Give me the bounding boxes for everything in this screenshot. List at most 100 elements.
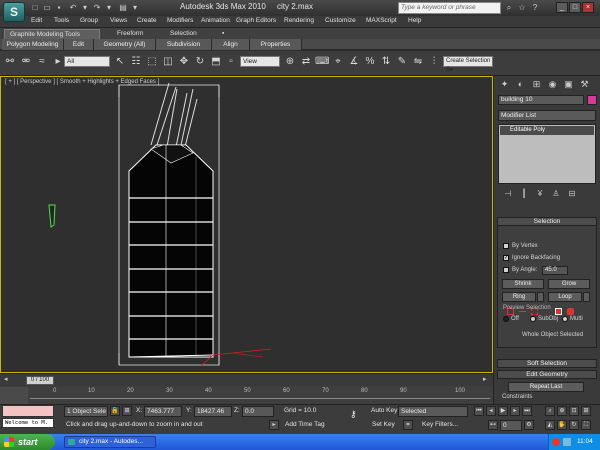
pin-stack-icon[interactable]: ⊣ (502, 188, 514, 200)
zoom-extents-all-icon[interactable]: ⊞ (581, 406, 591, 416)
motion-tab-icon[interactable]: ◉ (546, 78, 559, 91)
close-button[interactable]: × (582, 2, 594, 13)
menu-tools[interactable]: Tools (54, 17, 69, 24)
maximize-viewport-icon[interactable]: ⛶ (581, 420, 591, 430)
grow-button[interactable]: Grow (548, 279, 590, 289)
align-icon[interactable]: ⫶ (427, 55, 441, 69)
menu-create[interactable]: Create (137, 17, 157, 24)
absolute-mode-icon[interactable]: ⊞ (122, 406, 132, 416)
loop-button[interactable]: Loop (548, 292, 582, 302)
panel-properties[interactable]: Properties (250, 39, 302, 50)
play-icon[interactable]: ▶ (498, 406, 508, 416)
remove-modifier-icon[interactable]: ♙ (550, 188, 562, 200)
make-unique-icon[interactable]: ¥ (534, 188, 546, 200)
y-coordinate-field[interactable]: 18427.46 (194, 406, 232, 417)
security-alert-icon[interactable] (552, 438, 560, 446)
menu-help[interactable]: Help (408, 17, 421, 24)
ring-button[interactable]: Ring (502, 292, 536, 302)
panel-polygon-modeling[interactable]: Polygon Modeling (2, 39, 64, 50)
redo-dropdown-icon[interactable]: ▾ (104, 3, 114, 13)
modifier-stack[interactable]: Editable Poly (498, 124, 596, 184)
modifier-list-dropdown[interactable]: Modifier List (498, 110, 596, 121)
preview-multi-radio[interactable] (562, 316, 568, 322)
edit-geometry-rollout-header[interactable]: Edit Geometry (497, 370, 597, 379)
window-crossing-icon[interactable]: ◫ (161, 55, 175, 69)
stack-item-editable-poly[interactable]: Editable Poly (500, 126, 594, 135)
previous-key-icon[interactable]: ◂ (486, 406, 496, 416)
loop-spinner[interactable] (583, 292, 590, 302)
pivot-center-icon[interactable]: ⊕ (283, 55, 297, 69)
scene-canvas[interactable] (1, 77, 492, 372)
time-slider[interactable] (0, 373, 493, 386)
element-mode-icon[interactable] (567, 308, 574, 315)
selection-rollout-header[interactable]: Selection (497, 217, 597, 226)
z-coordinate-field[interactable]: 0.0 (242, 406, 274, 417)
show-end-result-icon[interactable]: ┃ (518, 188, 530, 200)
menu-modifiers[interactable]: Modifiers (167, 17, 193, 24)
x-coordinate-field[interactable]: 7463.777 (144, 406, 182, 417)
add-time-tag-button[interactable]: Add Time Tag (285, 421, 325, 428)
next-frame-icon[interactable]: ▸ (483, 375, 487, 383)
scale-options-icon[interactable]: ▫ (224, 55, 238, 69)
menu-rendering[interactable]: Rendering (284, 17, 314, 24)
preview-off-radio[interactable] (503, 316, 509, 322)
maxscript-listener-mini[interactable] (2, 405, 54, 417)
key-mode-dropdown[interactable]: Selected (398, 406, 468, 417)
percent-snap-icon[interactable]: % (363, 55, 377, 69)
help-icon[interactable]: ? (529, 2, 541, 14)
tab-graphite-modeling-tools[interactable]: Graphite Modeling Tools (4, 29, 100, 39)
select-move-icon[interactable]: ✥ (177, 55, 191, 69)
field-of-view-icon[interactable]: ◭ (545, 420, 555, 430)
angle-snap-icon[interactable]: ∡ (347, 55, 361, 69)
mirror-icon[interactable]: ⇋ (411, 55, 425, 69)
orbit-icon[interactable]: ↻ (569, 420, 579, 430)
soft-selection-rollout-header[interactable]: Soft Selection (497, 359, 597, 368)
lock-selection-icon[interactable]: 🔒 (110, 406, 120, 416)
menu-animation[interactable]: Animation (201, 17, 230, 24)
subscription-icon[interactable]: ☆ (516, 2, 528, 14)
ribbon-options-icon[interactable]: ▪ (220, 29, 226, 39)
time-slider-thumb[interactable]: 0 / 100 (26, 376, 54, 385)
snaps-toggle-icon[interactable]: ⌖ (331, 55, 345, 69)
hierarchy-tab-icon[interactable]: ⊞ (530, 78, 543, 91)
previous-frame-icon[interactable]: ◂ (4, 375, 8, 383)
zoom-all-icon[interactable]: ⊕ (557, 406, 567, 416)
undo-dropdown-icon[interactable]: ▾ (80, 3, 90, 13)
select-by-name-icon[interactable]: ☷ (129, 55, 143, 69)
reference-coordinate-dropdown[interactable]: View (240, 56, 280, 67)
save-file-icon[interactable]: ▪ (54, 3, 64, 13)
pan-view-icon[interactable]: ✋ (557, 420, 567, 430)
time-tag-icon[interactable]: ▸ (269, 420, 279, 430)
spinner-snap-icon[interactable]: ⇅ (379, 55, 393, 69)
modify-tab-icon[interactable]: ◐ (514, 78, 527, 91)
ignore-backfacing-checkbox[interactable]: ✓ (503, 255, 509, 261)
by-angle-spinner[interactable]: 45.0 (542, 266, 568, 275)
key-filters-button[interactable]: Key Filters... (422, 421, 458, 428)
edge-mode-icon[interactable] (519, 311, 526, 312)
maxscript-welcome-field[interactable]: Welcome to M. (2, 418, 54, 428)
project-folder-icon[interactable]: ▤ (118, 3, 128, 13)
selection-filter-dropdown[interactable]: All (64, 56, 110, 67)
time-configuration-icon[interactable]: ⚙ (524, 420, 534, 430)
search-input[interactable]: Type a keyword or phrase (398, 2, 501, 14)
panel-subdivision[interactable]: Subdivision (156, 39, 212, 50)
menu-views[interactable]: Views (110, 17, 127, 24)
new-file-icon[interactable]: □ (30, 3, 40, 13)
go-to-end-icon[interactable]: ⏭ (522, 406, 532, 416)
rectangular-selection-icon[interactable]: ⬚ (145, 55, 159, 69)
perspective-viewport[interactable]: [ + ] [ Perspective ] [ Smooth + Highlig… (0, 76, 493, 373)
select-object-icon[interactable]: ↖ (113, 55, 127, 69)
app-menu-icon[interactable]: S (3, 2, 25, 22)
display-tab-icon[interactable]: ▣ (562, 78, 575, 91)
object-color-swatch[interactable] (587, 95, 597, 105)
preview-subobj-radio[interactable] (530, 316, 536, 322)
quick-access-dropdown-icon[interactable]: ▾ (130, 3, 140, 13)
link-icon[interactable]: ⚯ (3, 55, 17, 69)
keyboard-shortcut-icon[interactable]: ⌨ (315, 55, 329, 69)
repeat-last-button[interactable]: Repeat Last (508, 382, 584, 392)
by-vertex-checkbox[interactable] (503, 243, 509, 249)
select-rotate-icon[interactable]: ↻ (193, 55, 207, 69)
polygon-mode-icon[interactable] (555, 308, 562, 315)
configure-modifier-sets-icon[interactable]: ⊟ (566, 188, 578, 200)
panel-edit[interactable]: Edit (64, 39, 94, 50)
